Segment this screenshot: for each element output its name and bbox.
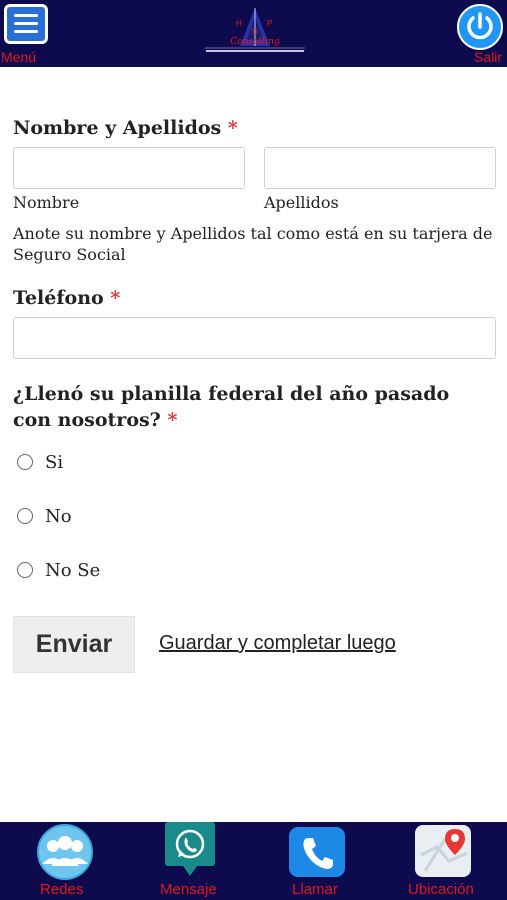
radio-label: No Se: [45, 559, 101, 581]
nav-label-redes: Redes: [40, 881, 84, 898]
name-hint-text: Anote su nombre y Apellidos tal como est…: [13, 224, 493, 264]
map-pin-icon: [415, 825, 471, 877]
top-app-bar: Menú H D P Consulting Salir: [0, 0, 507, 67]
nav-item-mensaje[interactable]: Mensaje: [158, 822, 228, 900]
menu-button[interactable]: [4, 4, 48, 44]
required-mark: *: [167, 409, 178, 431]
nav-label-mensaje: Mensaje: [160, 881, 217, 898]
question-label-text: ¿Llenó su planilla federal del año pasad…: [13, 383, 450, 431]
whatsapp-icon: [165, 822, 215, 876]
phone-field-label: Teléfono *: [13, 287, 120, 309]
save-and-continue-later-link[interactable]: Guardar y completar luego: [159, 632, 396, 655]
radio-label: Si: [45, 451, 64, 473]
phone-icon: [289, 827, 345, 877]
required-mark: *: [227, 117, 238, 139]
name-label-text: Nombre y Apellidos: [13, 117, 222, 139]
last-name-input[interactable]: [264, 147, 496, 189]
logo-letter-p: P: [267, 19, 272, 28]
radio-option-no-se[interactable]: No Se: [17, 558, 100, 582]
nav-label-llamar: Llamar: [292, 881, 338, 898]
bottom-nav-bar: Redes Mensaje Llamar Ubicación: [0, 822, 507, 900]
name-field-label: Nombre y Apellidos *: [13, 117, 238, 139]
radio-label: No: [45, 505, 72, 527]
radio-option-no[interactable]: No: [17, 504, 72, 528]
nav-label-ubicacion: Ubicación: [408, 881, 474, 898]
logo-tagline: [206, 50, 304, 52]
logo-name: Consulting: [230, 37, 280, 47]
question-label: ¿Llenó su planilla federal del año pasad…: [13, 381, 493, 433]
people-icon: [37, 824, 93, 880]
submit-button[interactable]: Enviar: [13, 616, 135, 673]
required-mark: *: [110, 287, 121, 309]
radio-button[interactable]: [17, 508, 33, 524]
exit-button[interactable]: [457, 4, 503, 50]
logo-letter-h: H: [236, 19, 242, 28]
last-name-sublabel: Apellidos: [264, 193, 339, 212]
first-name-sublabel: Nombre: [13, 193, 80, 212]
exit-label: Salir: [474, 49, 503, 65]
phone-input[interactable]: [13, 317, 496, 359]
nav-item-llamar[interactable]: Llamar: [285, 822, 355, 900]
logo-letter-d: D: [252, 27, 258, 36]
nav-item-ubicacion[interactable]: Ubicación: [405, 822, 485, 900]
radio-option-si[interactable]: Si: [17, 450, 63, 474]
power-icon: [467, 12, 493, 40]
phone-label-text: Teléfono: [13, 287, 104, 309]
radio-button[interactable]: [17, 454, 33, 470]
menu-label: Menú: [1, 49, 37, 65]
first-name-input[interactable]: [13, 147, 245, 189]
nav-item-redes[interactable]: Redes: [30, 822, 100, 900]
radio-button[interactable]: [17, 562, 33, 578]
company-logo: H D P Consulting: [205, 8, 305, 52]
